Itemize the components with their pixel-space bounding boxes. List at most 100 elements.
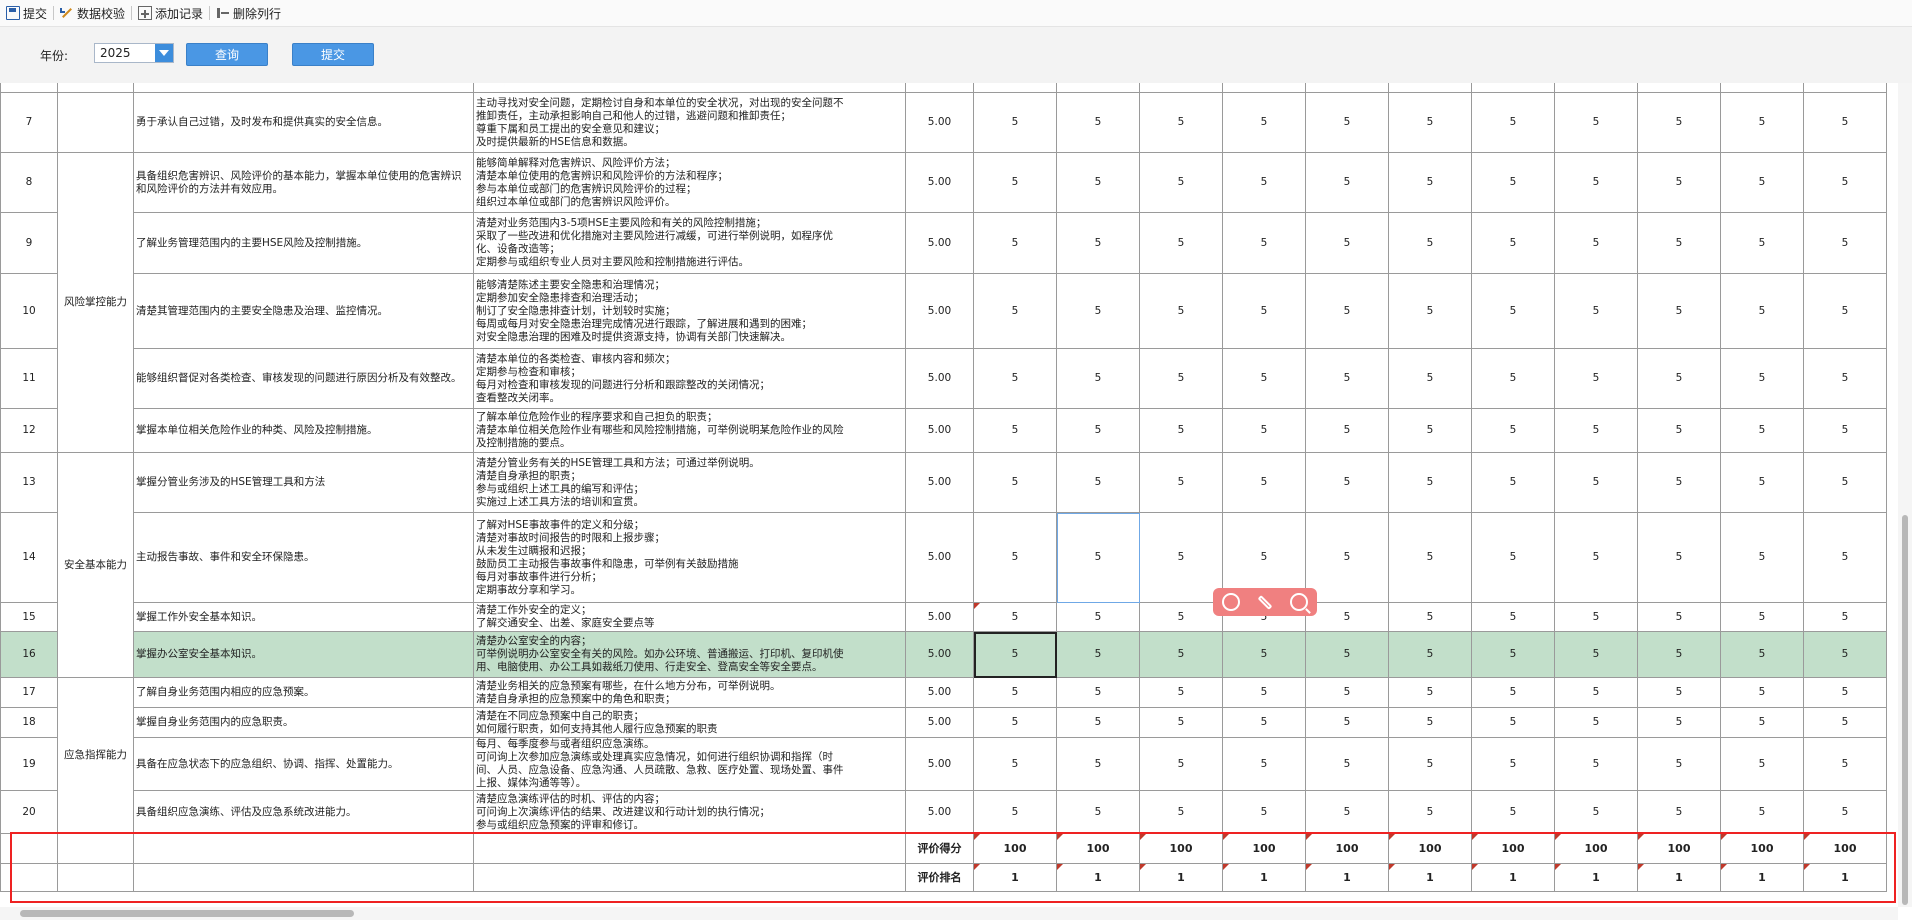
score-cell[interactable]: 5 bbox=[1554, 707, 1638, 738]
category-cell[interactable]: 安全基本能力 bbox=[57, 452, 134, 678]
score-cell[interactable]: 5 bbox=[1720, 737, 1804, 791]
score-cell[interactable]: 5 bbox=[1139, 212, 1223, 274]
grid-cell[interactable] bbox=[1803, 83, 1887, 93]
score-cell[interactable]: 5 bbox=[1803, 512, 1887, 603]
delete-row-button[interactable]: 删除列行 bbox=[210, 0, 287, 26]
score-cell[interactable]: 5 bbox=[1554, 92, 1638, 153]
score-cell[interactable]: 5 bbox=[1222, 737, 1306, 791]
empty-cell[interactable] bbox=[133, 833, 474, 864]
item-cell[interactable]: 掌握办公室安全基本知识。 bbox=[133, 631, 474, 678]
grid-cell[interactable] bbox=[1222, 83, 1306, 93]
score-cell[interactable]: 5 bbox=[1388, 348, 1472, 409]
score-cell[interactable]: 5 bbox=[1637, 273, 1721, 349]
score-cell[interactable]: 5 bbox=[1388, 790, 1472, 834]
score-cell[interactable]: 5 bbox=[1637, 152, 1721, 213]
score-cell[interactable]: 5 bbox=[1139, 512, 1223, 603]
search-icon[interactable] bbox=[1290, 593, 1309, 611]
score-cell[interactable]: 5 bbox=[1222, 452, 1306, 513]
score-cell[interactable]: 5 bbox=[1139, 631, 1223, 678]
score-cell[interactable]: 5 bbox=[973, 512, 1057, 603]
item-cell[interactable]: 了解业务管理范围内的主要HSE风险及控制措施。 bbox=[133, 212, 474, 274]
score-cell[interactable]: 5 bbox=[1637, 92, 1721, 153]
criteria-cell[interactable]: 了解本单位危险作业的程序要求和自己担负的职责； 清楚本单位相关危险作业有哪些和风险… bbox=[473, 408, 906, 453]
chevron-down-icon[interactable] bbox=[155, 44, 173, 62]
score-cell[interactable]: 5 bbox=[1554, 408, 1638, 453]
score-cell[interactable]: 5 bbox=[1471, 348, 1555, 409]
score-cell[interactable]: 5 bbox=[1056, 212, 1140, 274]
score-cell[interactable]: 5 bbox=[1056, 348, 1140, 409]
score-cell[interactable]: 5 bbox=[1471, 212, 1555, 274]
score-cell[interactable]: 5 bbox=[1720, 631, 1804, 678]
score-cell[interactable]: 5 bbox=[1720, 273, 1804, 349]
score-cell[interactable]: 5 bbox=[1388, 737, 1472, 791]
score-cell[interactable]: 5 bbox=[973, 408, 1057, 453]
score-cell[interactable]: 5 bbox=[1388, 212, 1472, 274]
score-cell[interactable]: 5 bbox=[1471, 602, 1555, 632]
criteria-cell[interactable]: 清楚分管业务有关的HSE管理工具和方法；可通过举例说明。 清楚自身承担的职责； 参与… bbox=[473, 452, 906, 513]
score-cell[interactable]: 5 bbox=[1139, 707, 1223, 738]
score-cell[interactable]: 5 bbox=[1637, 348, 1721, 409]
score-cell[interactable]: 5 bbox=[1139, 677, 1223, 708]
score-cell[interactable]: 5 bbox=[1554, 790, 1638, 834]
score-cell[interactable]: 5 bbox=[1305, 602, 1389, 632]
empty-cell[interactable] bbox=[473, 833, 906, 864]
score-cell[interactable]: 5 bbox=[973, 602, 1057, 632]
item-cell[interactable]: 能够组织督促对各类检查、审核发现的问题进行原因分析及有效整改。 bbox=[133, 348, 474, 409]
score-cell[interactable]: 5 bbox=[1388, 92, 1472, 153]
score-cell[interactable]: 5 bbox=[1803, 408, 1887, 453]
weight-cell[interactable]: 5.00 bbox=[905, 92, 974, 153]
score-cell[interactable]: 5 bbox=[973, 452, 1057, 513]
vertical-scroll-thumb[interactable] bbox=[1902, 515, 1908, 905]
score-cell[interactable]: 5 bbox=[1803, 602, 1887, 632]
score-cell[interactable]: 5 bbox=[1305, 152, 1389, 213]
score-cell[interactable]: 5 bbox=[1388, 512, 1472, 603]
score-cell[interactable]: 5 bbox=[1637, 212, 1721, 274]
score-cell[interactable]: 5 bbox=[1471, 273, 1555, 349]
score-cell[interactable]: 5 bbox=[1471, 512, 1555, 603]
score-cell[interactable]: 5 bbox=[1637, 512, 1721, 603]
item-cell[interactable]: 了解自身业务范围内相应的应急预案。 bbox=[133, 677, 474, 708]
submit-toolbar-button[interactable]: 提交 bbox=[0, 0, 53, 26]
weight-cell[interactable]: 5.00 bbox=[905, 631, 974, 678]
empty-cell[interactable] bbox=[57, 863, 134, 892]
score-cell[interactable]: 5 bbox=[1720, 212, 1804, 274]
score-cell[interactable]: 5 bbox=[973, 273, 1057, 349]
criteria-cell[interactable]: 能够简单解释对危害辨识、风险评价方法； 清楚本单位使用的危害辨识和风险评价的方法和… bbox=[473, 152, 906, 213]
score-cell[interactable]: 5 bbox=[1637, 707, 1721, 738]
score-cell[interactable]: 5 bbox=[1720, 512, 1804, 603]
row-number-cell[interactable]: 17 bbox=[0, 677, 58, 708]
weight-cell[interactable]: 5.00 bbox=[905, 707, 974, 738]
score-cell[interactable]: 5 bbox=[1554, 452, 1638, 513]
score-cell[interactable]: 5 bbox=[1222, 348, 1306, 409]
score-cell[interactable]: 5 bbox=[1637, 452, 1721, 513]
score-cell[interactable]: 5 bbox=[1803, 348, 1887, 409]
item-cell[interactable]: 掌握本单位相关危险作业的种类、风险及控制措施。 bbox=[133, 408, 474, 453]
score-cell[interactable]: 5 bbox=[973, 348, 1057, 409]
weight-cell[interactable]: 5.00 bbox=[905, 602, 974, 632]
score-cell[interactable]: 5 bbox=[973, 92, 1057, 153]
score-cell[interactable]: 5 bbox=[1803, 212, 1887, 274]
score-cell[interactable]: 5 bbox=[1056, 602, 1140, 632]
grid-cell[interactable] bbox=[973, 83, 1057, 93]
criteria-cell[interactable]: 清楚应急演练评估的时机、评估的内容； 可问询上次演练评估的结果、改进建议和行动计划… bbox=[473, 790, 906, 834]
score-cell[interactable]: 5 bbox=[1056, 92, 1140, 153]
score-cell[interactable]: 5 bbox=[1305, 737, 1389, 791]
item-cell[interactable]: 具备组织危害辨识、风险评价的基本能力，掌握本单位使用的危害辨识和风险评价的方法并… bbox=[133, 152, 474, 213]
score-cell[interactable]: 5 bbox=[1803, 152, 1887, 213]
weight-cell[interactable]: 5.00 bbox=[905, 212, 974, 274]
score-cell[interactable]: 5 bbox=[1056, 737, 1140, 791]
score-cell[interactable]: 5 bbox=[1305, 408, 1389, 453]
weight-cell[interactable]: 5.00 bbox=[905, 152, 974, 213]
row-number-cell[interactable]: 18 bbox=[0, 707, 58, 738]
weight-cell[interactable]: 5.00 bbox=[905, 452, 974, 513]
score-cell[interactable]: 5 bbox=[1305, 512, 1389, 603]
category-cell[interactable] bbox=[57, 92, 134, 153]
score-cell[interactable]: 5 bbox=[1305, 92, 1389, 153]
criteria-cell[interactable]: 清楚对业务范围内3-5项HSE主要风险和有关的风险控制措施； 采取了一些改进和优化… bbox=[473, 212, 906, 274]
score-cell[interactable]: 5 bbox=[1139, 152, 1223, 213]
score-cell[interactable]: 5 bbox=[1720, 677, 1804, 708]
item-cell[interactable]: 勇于承认自己过错，及时发布和提供真实的安全信息。 bbox=[133, 92, 474, 153]
score-cell[interactable]: 5 bbox=[1222, 707, 1306, 738]
score-cell[interactable]: 5 bbox=[1471, 790, 1555, 834]
score-cell[interactable]: 5 bbox=[1056, 790, 1140, 834]
